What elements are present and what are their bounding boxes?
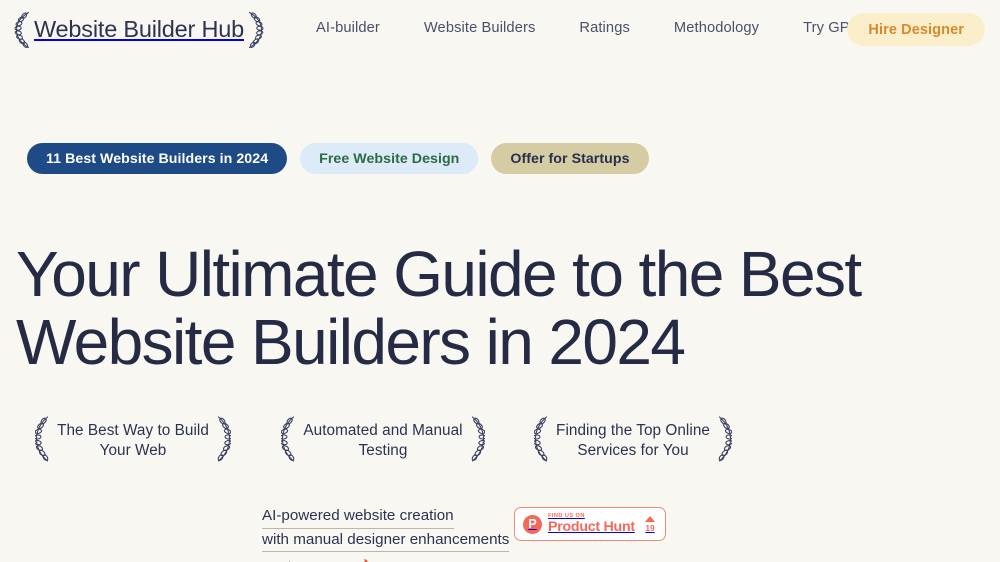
feature-line-1: The Best Way to Build (57, 422, 209, 440)
laurel-branch-left-icon (14, 11, 31, 49)
laurel-branch-right-icon (717, 415, 734, 468)
nav-item-website-builders[interactable]: Website Builders (424, 20, 536, 36)
hero-headline-line-1: Your Ultimate Guide to the Best (16, 238, 862, 310)
feature-label: Automated and Manual Testing (296, 421, 469, 461)
laurel-branch-right-icon (216, 415, 233, 468)
feature-item-automated-manual-testing: Automated and Manual Testing (258, 412, 508, 470)
nav-item-methodology[interactable]: Methodology (674, 20, 759, 36)
feature-line-2: Testing (358, 442, 408, 459)
site-header: Website Builder Hub AI-builder Website B… (0, 0, 1000, 59)
laurel-branch-left-icon (280, 415, 296, 468)
laurel-branch-left-icon (33, 415, 50, 468)
product-hunt-name: Product Hunt (548, 519, 635, 536)
nav-item-ratings[interactable]: Ratings (579, 20, 630, 36)
tagline-line-1: AI-powered website creation (262, 505, 454, 529)
hero-headline: Your Ultimate Guide to the Best Website … (16, 242, 991, 374)
product-hunt-text: FIND US ON Product Hunt (548, 513, 641, 536)
feature-item-finding-top-online-services: Finding the Top Online Services for You (508, 412, 758, 470)
pill-best-website-builders[interactable]: 11 Best Website Builders in 2024 (27, 143, 288, 174)
pill-free-website-design[interactable]: Free Website Design (300, 143, 479, 174)
category-pill-row: 11 Best Website Builders in 2024 Free We… (27, 143, 649, 174)
feature-line-1: Automated and Manual (303, 422, 463, 440)
landing-page: Website Builder Hub AI-builder Website B… (0, 0, 1000, 562)
product-hunt-logo-icon: P (523, 514, 542, 534)
upvote-count: 19 (645, 522, 655, 533)
upvote-triangle-icon (645, 515, 655, 522)
feature-line-2: Your Web (99, 442, 167, 459)
laurel-branch-right-icon (470, 415, 486, 468)
laurel-branch-left-icon (532, 415, 549, 468)
pill-offer-for-startups[interactable]: Offer for Startups (491, 143, 649, 174)
brand-logo[interactable]: Website Builder Hub (14, 9, 264, 51)
main-nav: AI-builder Website Builders Ratings Meth… (316, 20, 859, 36)
nav-item-ai-builder[interactable]: AI-builder (316, 20, 380, 36)
feature-label: Finding the Top Online Services for You (549, 421, 717, 461)
feature-item-best-way-to-build: The Best Way to Build Your Web (8, 412, 258, 470)
hire-designer-button[interactable]: Hire Designer (847, 13, 985, 46)
laurel-branch-right-icon (247, 11, 264, 49)
brand-name: Website Builder Hub (34, 16, 244, 43)
feature-line-1: Finding the Top Online (556, 422, 710, 440)
product-hunt-badge[interactable]: P FIND US ON Product Hunt 19 (514, 507, 666, 541)
tagline-line-2: with manual designer enhancements (262, 529, 510, 553)
feature-list: The Best Way to Build Your Web Automated… (8, 412, 758, 470)
ai-tagline: AI-powered website creation with manual … (262, 505, 510, 562)
feature-line-2: Services for You (577, 442, 689, 459)
product-hunt-upvotes: 19 (645, 515, 655, 533)
hero-headline-line-2: Website Builders in 2024 (16, 306, 686, 378)
feature-label: The Best Way to Build Your Web (50, 421, 216, 461)
